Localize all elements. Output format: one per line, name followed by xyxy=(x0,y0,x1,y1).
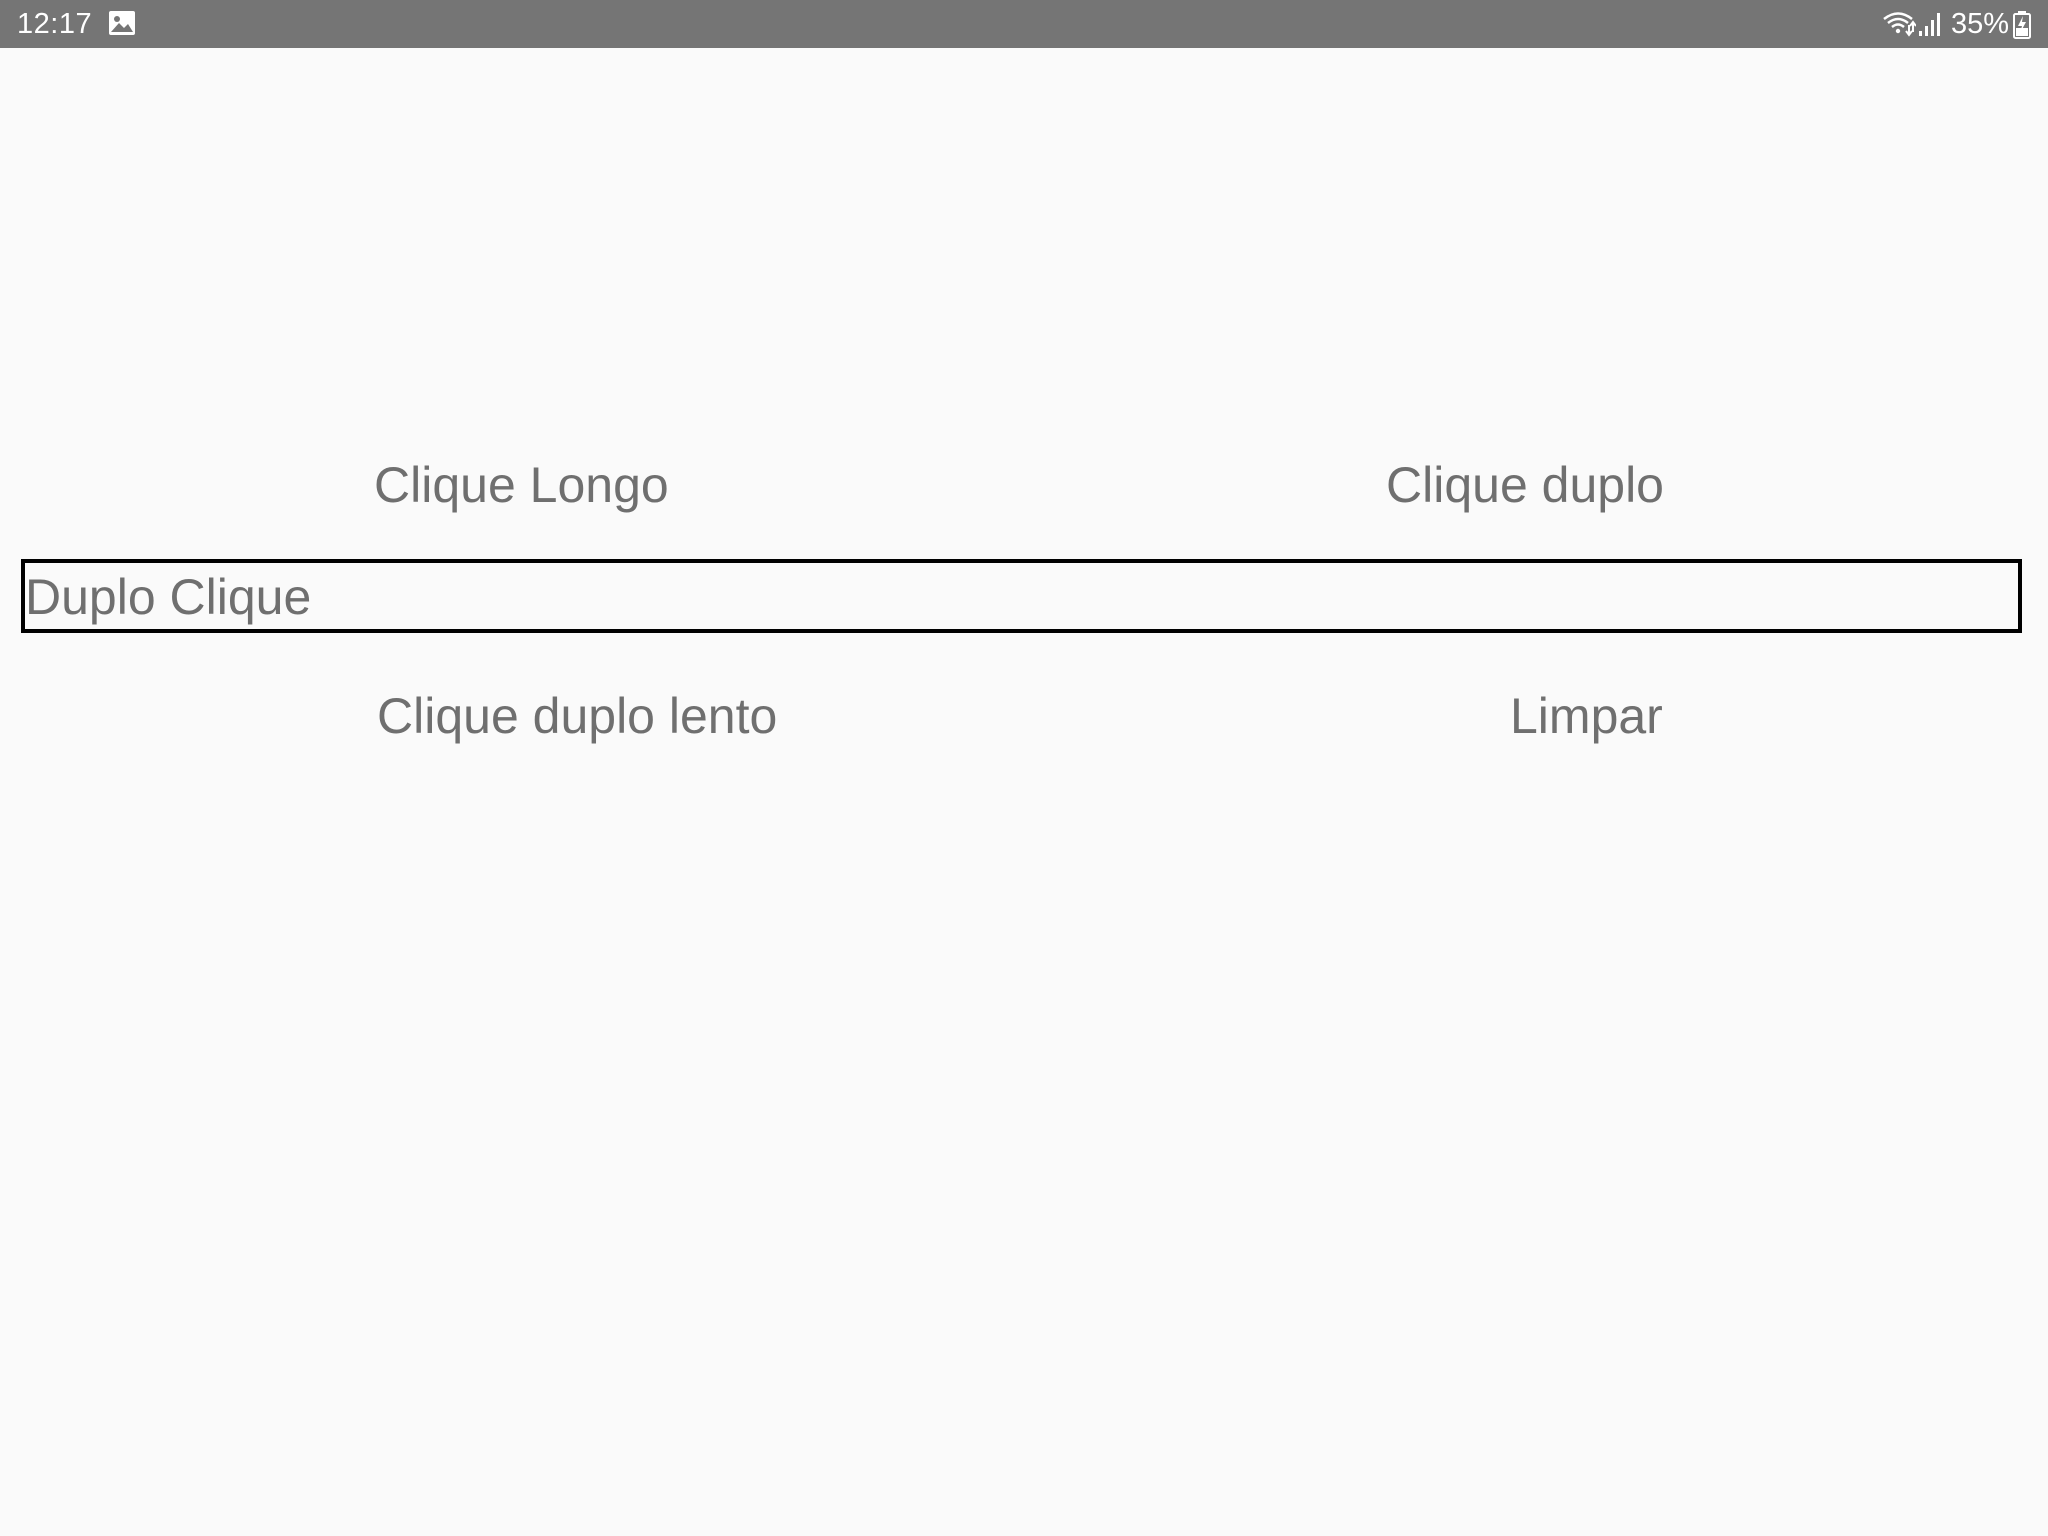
long-click-button[interactable]: Clique Longo xyxy=(374,455,669,515)
clear-button[interactable]: Limpar xyxy=(1510,686,1663,746)
slow-double-click-button[interactable]: Clique duplo lento xyxy=(377,686,777,746)
gallery-icon xyxy=(109,11,135,35)
battery-charging-icon xyxy=(2013,11,2031,39)
status-time: 12:17 xyxy=(17,8,93,40)
battery-percent: 35% xyxy=(1951,8,2010,40)
status-bar: 12:17 35% xyxy=(0,0,2048,48)
output-text-value: Duplo Clique xyxy=(25,569,312,625)
double-click-button[interactable]: Clique duplo xyxy=(1386,455,1664,515)
output-text-field[interactable]: Duplo Clique xyxy=(21,559,2022,633)
signal-icon xyxy=(1919,13,1940,36)
wifi-icon xyxy=(1883,12,1916,37)
